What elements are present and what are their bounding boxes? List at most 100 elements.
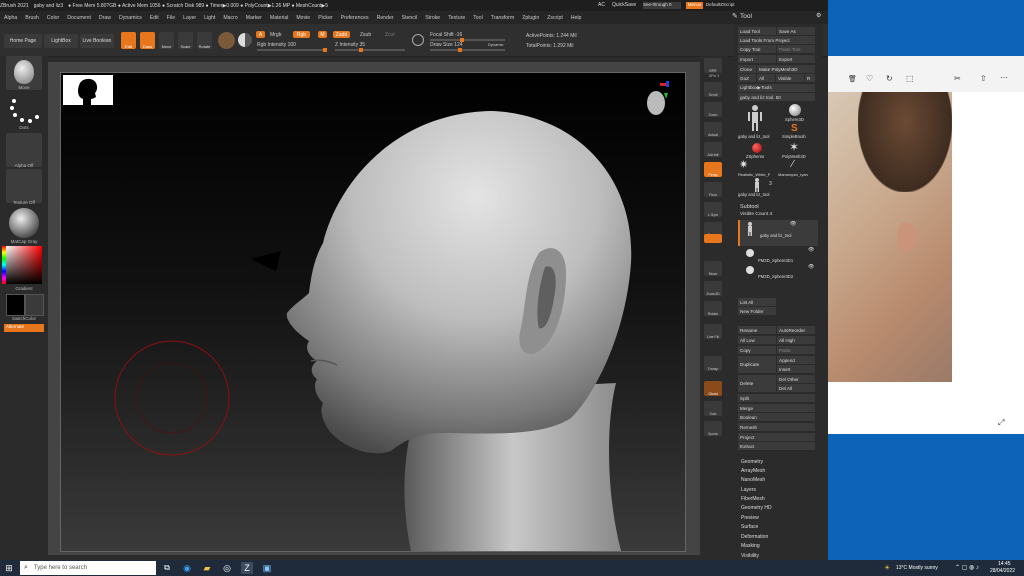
visible-button[interactable]: Visible	[776, 74, 804, 82]
lsym-button[interactable]: L.Sym	[704, 202, 722, 217]
rotate-icon[interactable]: ↻	[886, 74, 893, 83]
menu-document[interactable]: Document	[67, 15, 91, 21]
paste-tool-button[interactable]: Paste Tool	[777, 45, 815, 53]
menu-movie[interactable]: Movie	[296, 15, 310, 21]
nanomesh-menu[interactable]: NanoMesh	[741, 477, 765, 483]
visibility-menu[interactable]: Visibility	[741, 553, 759, 559]
material-thumbnail[interactable]	[6, 206, 42, 240]
menu-color[interactable]: Color	[47, 15, 59, 21]
rename-button[interactable]: Rename	[738, 326, 776, 334]
export-button[interactable]: Export	[777, 55, 815, 63]
menu-layer[interactable]: Layer	[183, 15, 196, 21]
simplebrush-icon[interactable]: S	[791, 123, 798, 134]
favorite-icon[interactable]: ♡	[866, 74, 873, 83]
subtool-item-2[interactable]: 👁 PM3D_Sphere3D2	[738, 264, 816, 280]
material-sphere-icon[interactable]	[218, 32, 235, 49]
polymesh3d-icon[interactable]: ✶	[789, 140, 799, 154]
taskbar-search-box[interactable]: ⌕ Type here to search	[20, 561, 156, 575]
menu-help[interactable]: Help	[571, 15, 582, 21]
rgb-intensity-slider[interactable]: Rgb Intensity 100	[257, 42, 296, 48]
mrgb-toggle[interactable]: Mrgb	[270, 32, 281, 38]
menu-texture[interactable]: Texture	[448, 15, 465, 21]
load-from-project-button[interactable]: Load Tools From Project	[738, 36, 815, 44]
lightbox-tools-button[interactable]: Lightbox▶Tools	[738, 84, 815, 92]
geometry-hd-menu[interactable]: Geometry HD	[741, 505, 772, 511]
menu-light[interactable]: Light	[204, 15, 215, 21]
menu-material[interactable]: Material	[270, 15, 288, 21]
zoom3d-button[interactable]: Zoom3D	[704, 281, 722, 296]
project-button[interactable]: Project	[738, 433, 815, 441]
chrome-icon[interactable]: ◎	[221, 562, 233, 574]
menu-macro[interactable]: Macro	[223, 15, 237, 21]
edit-icon[interactable]: ✂	[954, 74, 961, 83]
zbrush-taskbar-icon[interactable]: Z	[241, 562, 253, 574]
boolean-button[interactable]: Boolean	[738, 413, 815, 421]
surface-menu[interactable]: Surface	[741, 524, 758, 530]
z-intensity-handle[interactable]	[359, 48, 363, 52]
arraymesh-menu[interactable]: ArrayMesh	[741, 468, 765, 474]
see-through-slider[interactable]: See-through 0	[643, 2, 681, 9]
copy-tool-button[interactable]: Copy Tool	[738, 45, 776, 53]
switch-color-button[interactable]: SwitchColor	[0, 316, 48, 321]
new-folder-button[interactable]: New Folder	[738, 307, 776, 315]
menu-picker[interactable]: Picker	[318, 15, 332, 21]
visible-count[interactable]: Visible Count 4	[740, 212, 772, 217]
all-button[interactable]: All	[757, 74, 775, 82]
copy-subtool-button[interactable]: Copy	[738, 346, 776, 354]
color-picker[interactable]	[6, 246, 42, 284]
zoom-button[interactable]: Zoom	[704, 102, 722, 117]
menu-dynamics[interactable]: Dynamics	[119, 15, 142, 21]
main-color-swatch[interactable]	[6, 294, 25, 316]
remesh-button[interactable]: Remesh	[738, 423, 815, 431]
menu-preferences[interactable]: Preferences	[341, 15, 369, 21]
z-intensity-track[interactable]	[335, 48, 405, 52]
zcut-toggle[interactable]: Zcut	[385, 32, 395, 38]
menu-draw[interactable]: Draw	[99, 15, 111, 21]
solo-button[interactable]: Solo	[704, 401, 722, 416]
rgb-intensity-track[interactable]	[257, 48, 327, 52]
clock-time[interactable]: 14:45	[998, 561, 1011, 567]
preview-menu[interactable]: Preview	[741, 515, 759, 521]
list-all-button[interactable]: List All	[738, 298, 776, 306]
duplicate-button[interactable]: Duplicate	[738, 356, 776, 373]
task-view-icon[interactable]: ⧉	[161, 562, 173, 574]
current-tool-slider[interactable]: gaby and liz tool. 50	[738, 93, 815, 101]
all-low-button[interactable]: All Low	[738, 336, 776, 344]
subtool-header[interactable]: Subtool	[740, 204, 759, 210]
draw-size-handle[interactable]	[458, 48, 462, 52]
fullscreen-icon[interactable]: ⤢	[998, 418, 1004, 428]
focal-icon[interactable]	[412, 34, 424, 46]
move-view-button[interactable]: Move	[704, 261, 722, 276]
subtool-item-1[interactable]: 👁 PM3D_Sphere3D1	[738, 247, 816, 263]
tool-thumb-figure[interactable]	[748, 104, 762, 132]
zadd-toggle[interactable]: Zadd	[333, 31, 350, 38]
zsub-toggle[interactable]: Zsub	[360, 32, 371, 38]
rgb-intensity-handle[interactable]	[323, 48, 327, 52]
tray-icons[interactable]: ⌃ ▢ ◍ ♪	[955, 564, 979, 571]
save-as-button[interactable]: Save As	[777, 27, 815, 35]
spix-slider[interactable]: SPix 3	[700, 74, 728, 78]
menu-tool[interactable]: Tool	[473, 15, 483, 21]
menu-render[interactable]: Render	[377, 15, 394, 21]
dynamic-toggle[interactable]: Dynamic	[488, 42, 504, 47]
file-explorer-icon[interactable]: ▰	[201, 562, 213, 574]
hue-strip[interactable]	[2, 246, 6, 284]
tool-thumb-figure-small[interactable]	[752, 178, 762, 192]
more-icon[interactable]: ⋯	[1000, 73, 1008, 82]
edge-icon[interactable]: ◉	[181, 562, 193, 574]
xyz-button[interactable]	[704, 234, 722, 243]
autoreorder-button[interactable]: AutoReorder	[777, 326, 815, 334]
draw-size-track[interactable]	[430, 48, 505, 52]
extract-button[interactable]: Extract	[738, 442, 815, 450]
rgb-toggle[interactable]: Rgb	[293, 31, 310, 38]
layers-menu[interactable]: Layers	[741, 487, 756, 493]
aahalf-button[interactable]: AAHalf	[704, 142, 722, 157]
stroke-thumbnail[interactable]	[6, 93, 42, 127]
a-toggle[interactable]: A	[256, 31, 265, 38]
share-icon[interactable]: ⇧	[980, 74, 987, 83]
draw-button[interactable]: Draw	[140, 32, 155, 49]
r-button[interactable]: R	[805, 74, 815, 82]
xpose-button[interactable]: Xpose	[704, 421, 722, 436]
make-polymesh-button[interactable]: Make PolyMesh3D	[757, 65, 815, 73]
menu-marker[interactable]: Marker	[246, 15, 262, 21]
